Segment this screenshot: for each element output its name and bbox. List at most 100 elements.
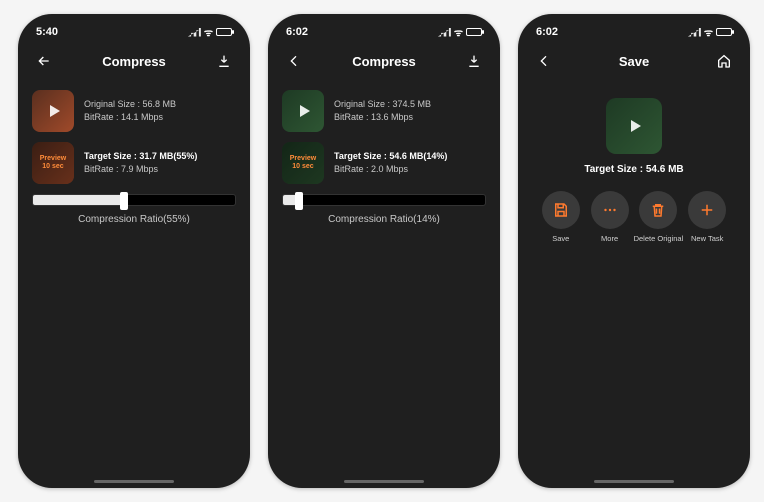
home-indicator[interactable] — [344, 480, 424, 483]
save-icon-circle — [542, 191, 580, 229]
chevron-left-icon — [286, 53, 302, 69]
wifi-icon: ᯤ — [204, 25, 213, 39]
play-icon — [50, 105, 60, 117]
preview-sub: 10 sec — [42, 163, 63, 171]
arrow-left-icon — [36, 53, 52, 69]
home-button[interactable] — [712, 53, 736, 69]
original-size-label: Original Size : 374.5 MB — [334, 98, 431, 112]
wifi-icon: ᯤ — [704, 25, 713, 39]
status-bar: 6:02 ᯤ — [268, 14, 500, 44]
plus-icon-circle — [688, 191, 726, 229]
back-button[interactable] — [282, 53, 306, 69]
plus-icon — [698, 201, 716, 219]
slider-thumb[interactable] — [295, 192, 303, 210]
newtask-action[interactable]: New Task — [683, 191, 731, 243]
more-action[interactable]: More — [586, 191, 634, 243]
original-thumbnail[interactable] — [32, 90, 74, 132]
saved-thumbnail[interactable] — [606, 98, 662, 154]
target-size-label: Target Size : 31.7 MB(55%) — [84, 150, 197, 164]
target-thumbnail[interactable]: Preview 10 sec — [282, 142, 324, 184]
preview-label: Preview — [290, 155, 316, 163]
target-thumbnail[interactable]: Preview 10 sec — [32, 142, 74, 184]
slider-track — [32, 194, 236, 206]
nav-bar: Compress — [18, 44, 250, 78]
target-info: Target Size : 54.6 MB(14%) BitRate : 2.0… — [334, 150, 447, 177]
preview-label: Preview — [40, 155, 66, 163]
page-title: Compress — [56, 54, 212, 69]
target-bitrate-label: BitRate : 7.9 Mbps — [84, 163, 197, 177]
delete-label: Delete Original — [634, 234, 684, 243]
status-bar: 5:40 ᯤ — [18, 14, 250, 44]
battery-icon — [216, 28, 232, 36]
clock: 5:40 — [36, 26, 58, 38]
delete-action[interactable]: Delete Original — [634, 191, 682, 243]
battery-icon — [716, 28, 732, 36]
target-size-label: Target Size : 54.6 MB — [532, 164, 736, 175]
save-icon — [552, 201, 570, 219]
phone-screen-2: 6:02 ᯤ Compress Original Size : 374.5 MB… — [268, 14, 500, 488]
download-button[interactable] — [212, 53, 236, 69]
original-info: Original Size : 374.5 MB BitRate : 13.6 … — [334, 98, 431, 125]
compression-ratio-label: Compression Ratio(55%) — [32, 214, 236, 225]
signal-icon — [188, 28, 201, 37]
slider-track — [282, 194, 486, 206]
more-icon — [601, 201, 619, 219]
download-button[interactable] — [462, 53, 486, 69]
action-row: Save More Delete Original New Task — [532, 191, 736, 243]
original-size-label: Original Size : 56.8 MB — [84, 98, 176, 112]
status-icons: ᯤ — [438, 25, 482, 39]
home-indicator[interactable] — [594, 480, 674, 483]
original-row: Original Size : 56.8 MB BitRate : 14.1 M… — [32, 90, 236, 132]
compression-ratio-label: Compression Ratio(14%) — [282, 214, 486, 225]
original-row: Original Size : 374.5 MB BitRate : 13.6 … — [282, 90, 486, 132]
trash-icon-circle — [639, 191, 677, 229]
nav-bar: Save — [518, 44, 750, 78]
signal-icon — [688, 28, 701, 37]
back-button[interactable] — [532, 53, 556, 69]
nav-bar: Compress — [268, 44, 500, 78]
target-bitrate-label: BitRate : 2.0 Mbps — [334, 163, 447, 177]
page-title: Save — [556, 54, 712, 69]
signal-icon — [438, 28, 451, 37]
save-action[interactable]: Save — [537, 191, 585, 243]
original-thumbnail[interactable] — [282, 90, 324, 132]
status-bar: 6:02 ᯤ — [518, 14, 750, 44]
preview-overlay: Preview 10 sec — [32, 142, 74, 184]
status-icons: ᯤ — [688, 25, 732, 39]
more-icon-circle — [591, 191, 629, 229]
preview-overlay: Preview 10 sec — [282, 142, 324, 184]
phone-screen-3: 6:02 ᯤ Save Target Size : 54.6 MB Save — [518, 14, 750, 488]
slider-fill — [33, 195, 124, 205]
original-bitrate-label: BitRate : 14.1 Mbps — [84, 111, 176, 125]
save-label: Save — [552, 234, 569, 243]
home-indicator[interactable] — [94, 480, 174, 483]
target-info: Target Size : 31.7 MB(55%) BitRate : 7.9… — [84, 150, 197, 177]
target-row: Preview 10 sec Target Size : 31.7 MB(55%… — [32, 142, 236, 184]
chevron-left-icon — [536, 53, 552, 69]
clock: 6:02 — [536, 26, 558, 38]
wifi-icon: ᯤ — [454, 25, 463, 39]
trash-icon — [649, 201, 667, 219]
back-button[interactable] — [32, 53, 56, 69]
slider-thumb[interactable] — [120, 192, 128, 210]
more-label: More — [601, 234, 618, 243]
original-bitrate-label: BitRate : 13.6 Mbps — [334, 111, 431, 125]
compression-slider[interactable]: Compression Ratio(14%) — [282, 194, 486, 225]
download-icon — [216, 53, 232, 69]
download-icon — [466, 53, 482, 69]
content-area: Original Size : 56.8 MB BitRate : 14.1 M… — [18, 78, 250, 237]
preview-sub: 10 sec — [292, 163, 313, 171]
play-icon — [300, 105, 310, 117]
status-icons: ᯤ — [188, 25, 232, 39]
newtask-label: New Task — [691, 234, 723, 243]
target-size-label: Target Size : 54.6 MB(14%) — [334, 150, 447, 164]
content-area: Target Size : 54.6 MB Save More Delete O… — [518, 78, 750, 255]
home-icon — [716, 53, 732, 69]
battery-icon — [466, 28, 482, 36]
clock: 6:02 — [286, 26, 308, 38]
original-info: Original Size : 56.8 MB BitRate : 14.1 M… — [84, 98, 176, 125]
compression-slider[interactable]: Compression Ratio(55%) — [32, 194, 236, 225]
play-icon — [631, 120, 641, 132]
phone-screen-1: 5:40 ᯤ Compress Original Size : 56.8 MB … — [18, 14, 250, 488]
page-title: Compress — [306, 54, 462, 69]
